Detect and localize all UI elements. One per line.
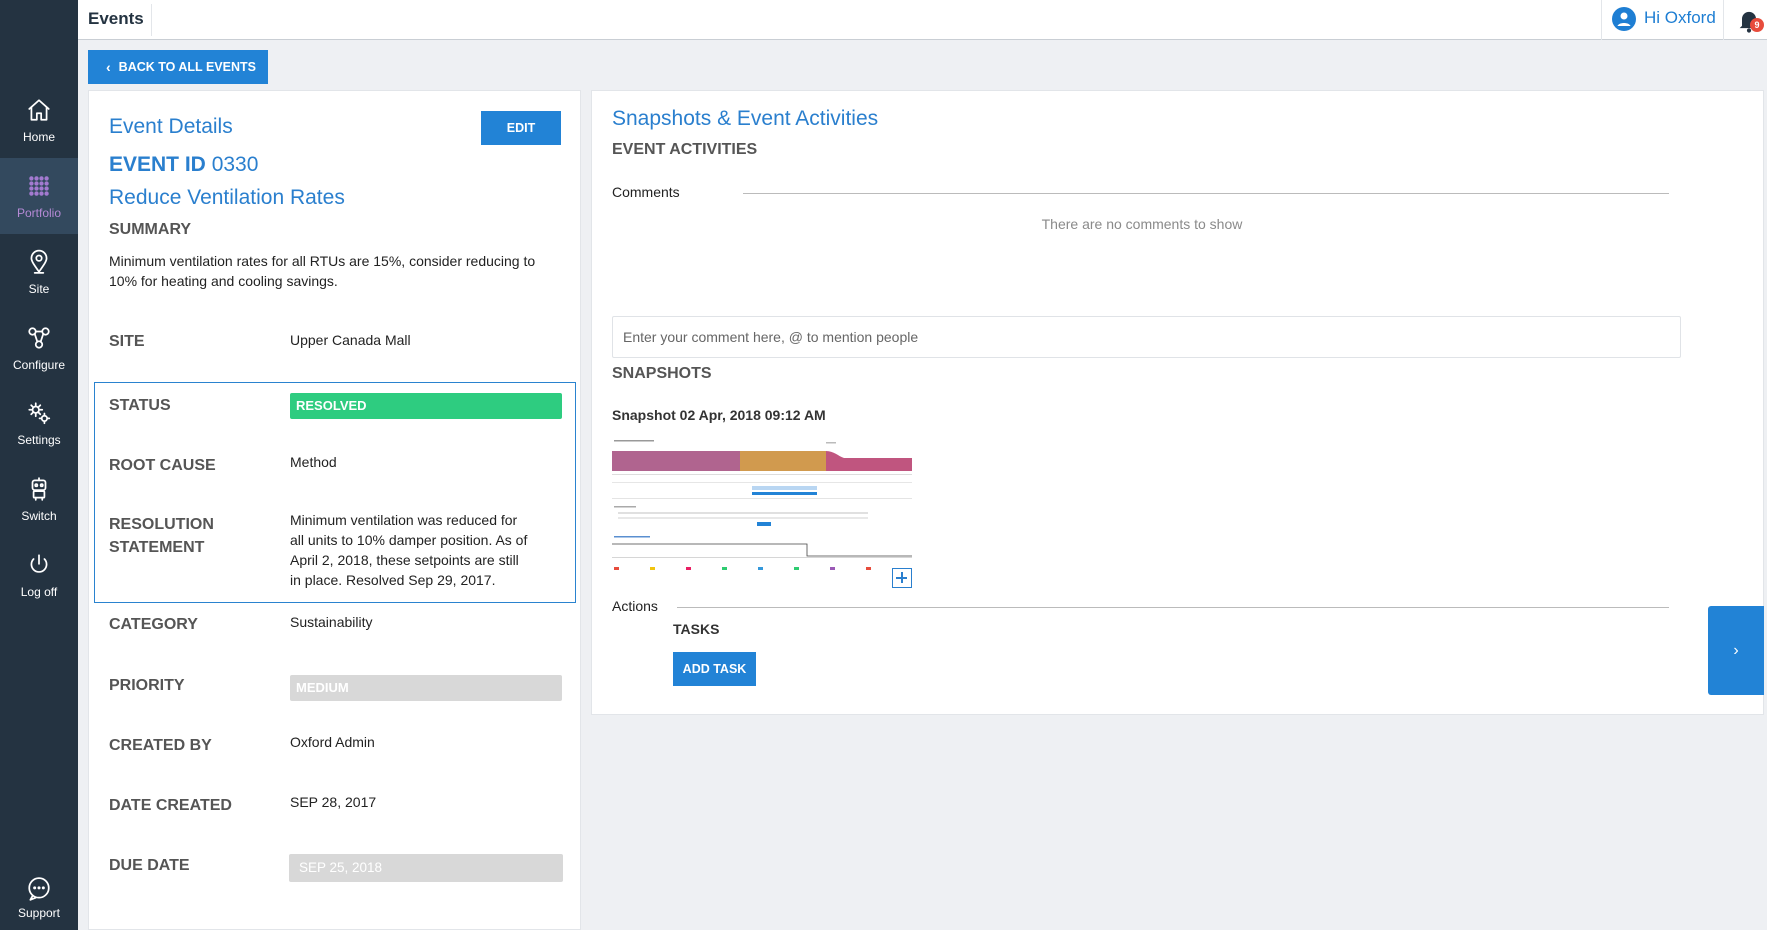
event-id-value: 0330 (211, 153, 259, 176)
nav-portfolio[interactable]: Portfolio (0, 158, 78, 234)
event-details-panel: Event Details EDIT EVENT ID 0330 Reduce … (88, 90, 581, 930)
map-pin-icon (30, 249, 48, 274)
snapshot-thumbnail[interactable] (612, 436, 912, 579)
site-label: SITE (109, 333, 145, 350)
nav-label: Support (17, 906, 61, 920)
divider (1723, 0, 1724, 40)
add-task-button[interactable]: ADD TASK (673, 652, 756, 686)
resolution-statement-label: RESOLUTION STATEMENT (109, 516, 214, 556)
activities-heading: Snapshots & Event Activities (612, 107, 879, 130)
expand-panel-chevron-icon[interactable]: › (1708, 606, 1764, 695)
nav-label: Portfolio (16, 205, 62, 220)
root-cause-label: ROOT CAUSE (109, 457, 216, 474)
category-label: CATEGORY (109, 616, 198, 633)
nav-label: Log off (20, 584, 58, 599)
status-badge[interactable]: RESOLVED (290, 393, 562, 419)
nav-settings[interactable]: Settings (0, 385, 78, 461)
nav-switch[interactable]: Switch (0, 461, 78, 537)
category-value: Sustainability (290, 614, 373, 630)
notification-badge: 9 (1750, 18, 1764, 32)
event-id-label: EVENT ID (109, 153, 206, 176)
chevron-left-icon: ‹ (106, 59, 111, 75)
grid-dots-icon (29, 175, 49, 196)
event-activities-heading: EVENT ACTIVITIES (612, 141, 758, 158)
no-comments-message: There are no comments to show (1041, 216, 1243, 232)
nav-label: Configure (12, 357, 66, 372)
nav-home[interactable]: Home (0, 82, 78, 158)
actions-label: Actions (612, 598, 658, 614)
back-to-all-events-button[interactable]: ‹ BACK TO ALL EVENTS (88, 50, 268, 84)
site-value: Upper Canada Mall (290, 332, 411, 348)
nav-label: Switch (21, 508, 57, 523)
network-icon (28, 326, 50, 349)
event-details-heading: Event Details (109, 115, 233, 138)
top-bar: Events Hi Oxford 9 (78, 0, 1767, 40)
priority-label: PRIORITY (109, 677, 185, 694)
created-by-value: Oxford Admin (290, 734, 375, 750)
summary-text: Minimum ventilation rates for all RTUs a… (109, 253, 536, 289)
chat-bubble-icon (28, 877, 50, 901)
expand-snapshot-icon[interactable] (892, 568, 912, 588)
resolution-statement-value: Minimum ventilation was reduced for all … (290, 512, 528, 588)
summary-heading: SUMMARY (109, 221, 192, 238)
divider (743, 193, 1669, 194)
activities-panel: Snapshots & Event Activities EVENT ACTIV… (591, 90, 1764, 715)
event-name: Reduce Ventilation Rates (109, 186, 345, 209)
home-icon (28, 98, 50, 121)
divider (151, 4, 152, 36)
snapshot-title: Snapshot 02 Apr, 2018 09:12 AM (612, 407, 826, 423)
gears-icon (28, 401, 51, 424)
user-greeting[interactable]: Hi Oxford (1644, 8, 1716, 28)
divider (1601, 0, 1602, 40)
priority-field: MEDIUM (290, 675, 562, 701)
robot-icon (31, 476, 47, 501)
tasks-heading: TASKS (673, 621, 720, 637)
page-title: Events (88, 9, 144, 28)
edit-button[interactable]: EDIT (481, 111, 561, 145)
comments-label: Comments (612, 184, 680, 200)
sidebar: Home Portfolio Site Configure Settings S… (0, 0, 78, 930)
created-by-label: CREATED BY (109, 737, 212, 754)
nav-label: Settings (17, 432, 61, 447)
comment-input[interactable] (612, 316, 1681, 358)
back-button-label: BACK TO ALL EVENTS (118, 60, 256, 74)
nav-site[interactable]: Site (0, 234, 78, 310)
snapshots-heading: SNAPSHOTS (612, 365, 712, 382)
root-cause-value: Method (290, 454, 337, 470)
divider (677, 607, 1669, 608)
date-created-value: SEP 28, 2017 (290, 794, 377, 810)
status-label: STATUS (109, 397, 171, 414)
date-created-label: DATE CREATED (109, 797, 232, 814)
nav-configure[interactable]: Configure (0, 310, 78, 386)
nav-label: Home (22, 129, 55, 144)
user-avatar-icon[interactable] (1612, 7, 1636, 31)
event-id: EVENT ID 0330 (109, 153, 258, 177)
due-date-label: DUE DATE (109, 857, 190, 874)
power-icon (30, 553, 48, 573)
nav-label: Site (28, 281, 50, 296)
nav-log-off[interactable]: Log off (0, 537, 78, 613)
due-date-field: SEP 25, 2018 (289, 854, 563, 882)
nav-support[interactable]: Support (0, 866, 78, 930)
